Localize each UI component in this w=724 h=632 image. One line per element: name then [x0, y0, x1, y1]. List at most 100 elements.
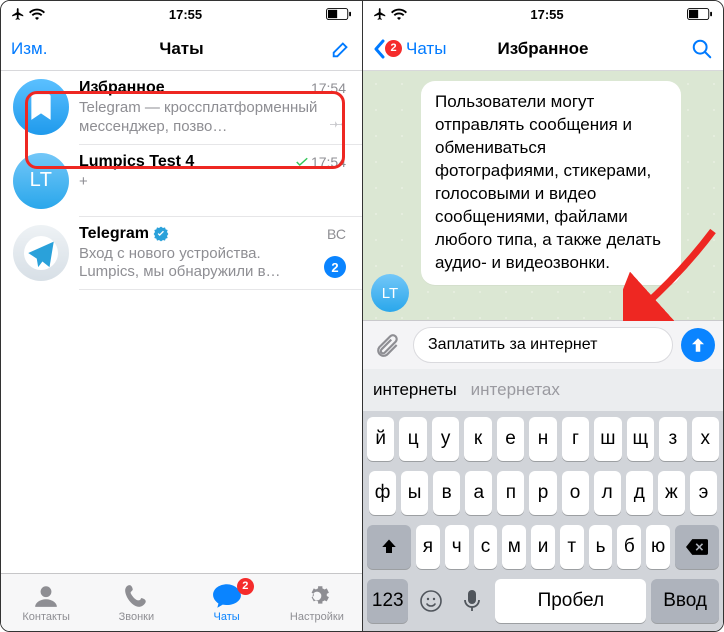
wifi-icon [29, 8, 45, 20]
chat-time: ВС [327, 226, 346, 242]
chat-name: Telegram [79, 225, 169, 243]
keyboard[interactable]: йцукенгшщзх фывапролджэ ячсмитьбю 123 Пр… [363, 411, 723, 631]
key[interactable]: с [474, 525, 498, 569]
key-backspace[interactable] [675, 525, 719, 569]
key[interactable]: у [432, 417, 459, 461]
tab-settings[interactable]: Настройки [272, 574, 362, 631]
send-button[interactable] [681, 328, 715, 362]
chat-list[interactable]: Избранное 17:54 Telegram — кроссплатформ… [1, 71, 362, 573]
key[interactable]: щ [627, 417, 654, 461]
keyboard-row: йцукенгшщзх [367, 417, 719, 461]
tab-bar: Контакты Звонки 2 Чаты Настройки [1, 573, 362, 631]
status-time: 17:55 [169, 7, 202, 22]
airplane-icon [373, 7, 387, 21]
tab-badge: 2 [237, 578, 254, 595]
key[interactable]: ч [445, 525, 469, 569]
key[interactable]: м [502, 525, 526, 569]
tab-label: Чаты [214, 611, 240, 623]
key[interactable]: в [433, 471, 460, 515]
key-enter[interactable]: Ввод [651, 579, 719, 623]
keyboard-suggestions[interactable]: интернеты интернетах [363, 369, 723, 411]
key[interactable]: л [594, 471, 621, 515]
chevron-left-icon [373, 39, 385, 59]
arrow-annotation [623, 221, 723, 321]
chat-message: Вход с нового устройства. Lumpics, мы об… [79, 245, 346, 283]
key[interactable]: о [562, 471, 589, 515]
edit-button[interactable]: Изм. [11, 39, 47, 59]
bubble-avatar: LT [371, 274, 409, 312]
search-button[interactable] [691, 38, 713, 60]
key[interactable]: ы [401, 471, 428, 515]
chat-message: + [79, 173, 346, 192]
keyboard-row: 123 Пробел Ввод [367, 579, 719, 623]
key[interactable]: з [659, 417, 686, 461]
key[interactable]: г [562, 417, 589, 461]
key-shift[interactable] [367, 525, 411, 569]
key[interactable]: ф [369, 471, 396, 515]
key[interactable]: ж [658, 471, 685, 515]
back-label: Чаты [406, 39, 446, 59]
avatar-telegram [13, 225, 69, 281]
key[interactable]: к [464, 417, 491, 461]
status-bar: 17:55 [1, 1, 362, 27]
key[interactable]: ю [646, 525, 670, 569]
keyboard-row: фывапролджэ [367, 471, 719, 515]
airplane-icon [11, 7, 25, 21]
chat-row-telegram[interactable]: Telegram ВС Вход с нового устройства. Lu… [1, 217, 362, 291]
avatar-lt: LT [13, 153, 69, 209]
chat-time: 17:54 [311, 80, 346, 96]
status-bar: 17:55 [363, 1, 723, 27]
key[interactable]: ц [399, 417, 426, 461]
pin-icon [330, 115, 346, 131]
key[interactable]: я [416, 525, 440, 569]
chats-title: Чаты [1, 39, 362, 59]
battery-icon [326, 8, 352, 20]
phone-left: 17:55 Изм. Чаты Избранное 17:54 [1, 1, 362, 631]
key-numbers[interactable]: 123 [367, 579, 408, 623]
chat-time: 17:54 [296, 154, 346, 170]
chat-area[interactable]: Пользователи могут отправлять сообщения … [363, 71, 723, 369]
battery-icon [687, 8, 713, 20]
chats-navbar: Изм. Чаты [1, 27, 362, 71]
tab-calls[interactable]: Звонки [91, 574, 181, 631]
chat-navbar: 2 Чаты Избранное [363, 27, 723, 71]
key-mic[interactable] [454, 579, 490, 623]
wifi-icon [391, 8, 407, 20]
chat-name: Lumpics Test 4 [79, 153, 194, 171]
attach-button[interactable] [371, 328, 405, 362]
key[interactable]: х [692, 417, 719, 461]
search-icon [691, 38, 713, 60]
tab-chats[interactable]: 2 Чаты [182, 574, 272, 631]
tab-label: Настройки [290, 611, 344, 623]
message-input[interactable] [413, 327, 673, 363]
back-button[interactable]: 2 Чаты [373, 39, 446, 59]
arrow-up-icon [689, 336, 707, 354]
chat-row-lt[interactable]: LT Lumpics Test 4 17:54 + [1, 145, 362, 217]
paperclip-icon [375, 332, 401, 358]
key[interactable]: й [367, 417, 394, 461]
message-input-bar [363, 320, 723, 369]
key[interactable]: б [617, 525, 641, 569]
chat-row-saved[interactable]: Избранное 17:54 Telegram — кроссплатформ… [1, 71, 362, 145]
key[interactable]: а [465, 471, 492, 515]
suggestion-alt[interactable]: интернетах [471, 380, 560, 400]
chat-name: Избранное [79, 79, 165, 97]
key[interactable]: н [529, 417, 556, 461]
key-emoji[interactable] [413, 579, 449, 623]
suggestion-main[interactable]: интернеты [373, 380, 457, 400]
key[interactable]: э [690, 471, 717, 515]
verified-icon [153, 226, 169, 242]
key-space[interactable]: Пробел [495, 579, 646, 623]
key[interactable]: д [626, 471, 653, 515]
tab-label: Звонки [119, 611, 155, 623]
tab-contacts[interactable]: Контакты [1, 574, 91, 631]
key[interactable]: ш [594, 417, 621, 461]
compose-button[interactable] [330, 38, 352, 60]
key[interactable]: п [497, 471, 524, 515]
key[interactable]: е [497, 417, 524, 461]
key[interactable]: и [531, 525, 555, 569]
key[interactable]: т [560, 525, 584, 569]
chat-message: Telegram — кроссплатформенный мессенджер… [79, 99, 346, 137]
key[interactable]: ь [589, 525, 613, 569]
key[interactable]: р [529, 471, 556, 515]
